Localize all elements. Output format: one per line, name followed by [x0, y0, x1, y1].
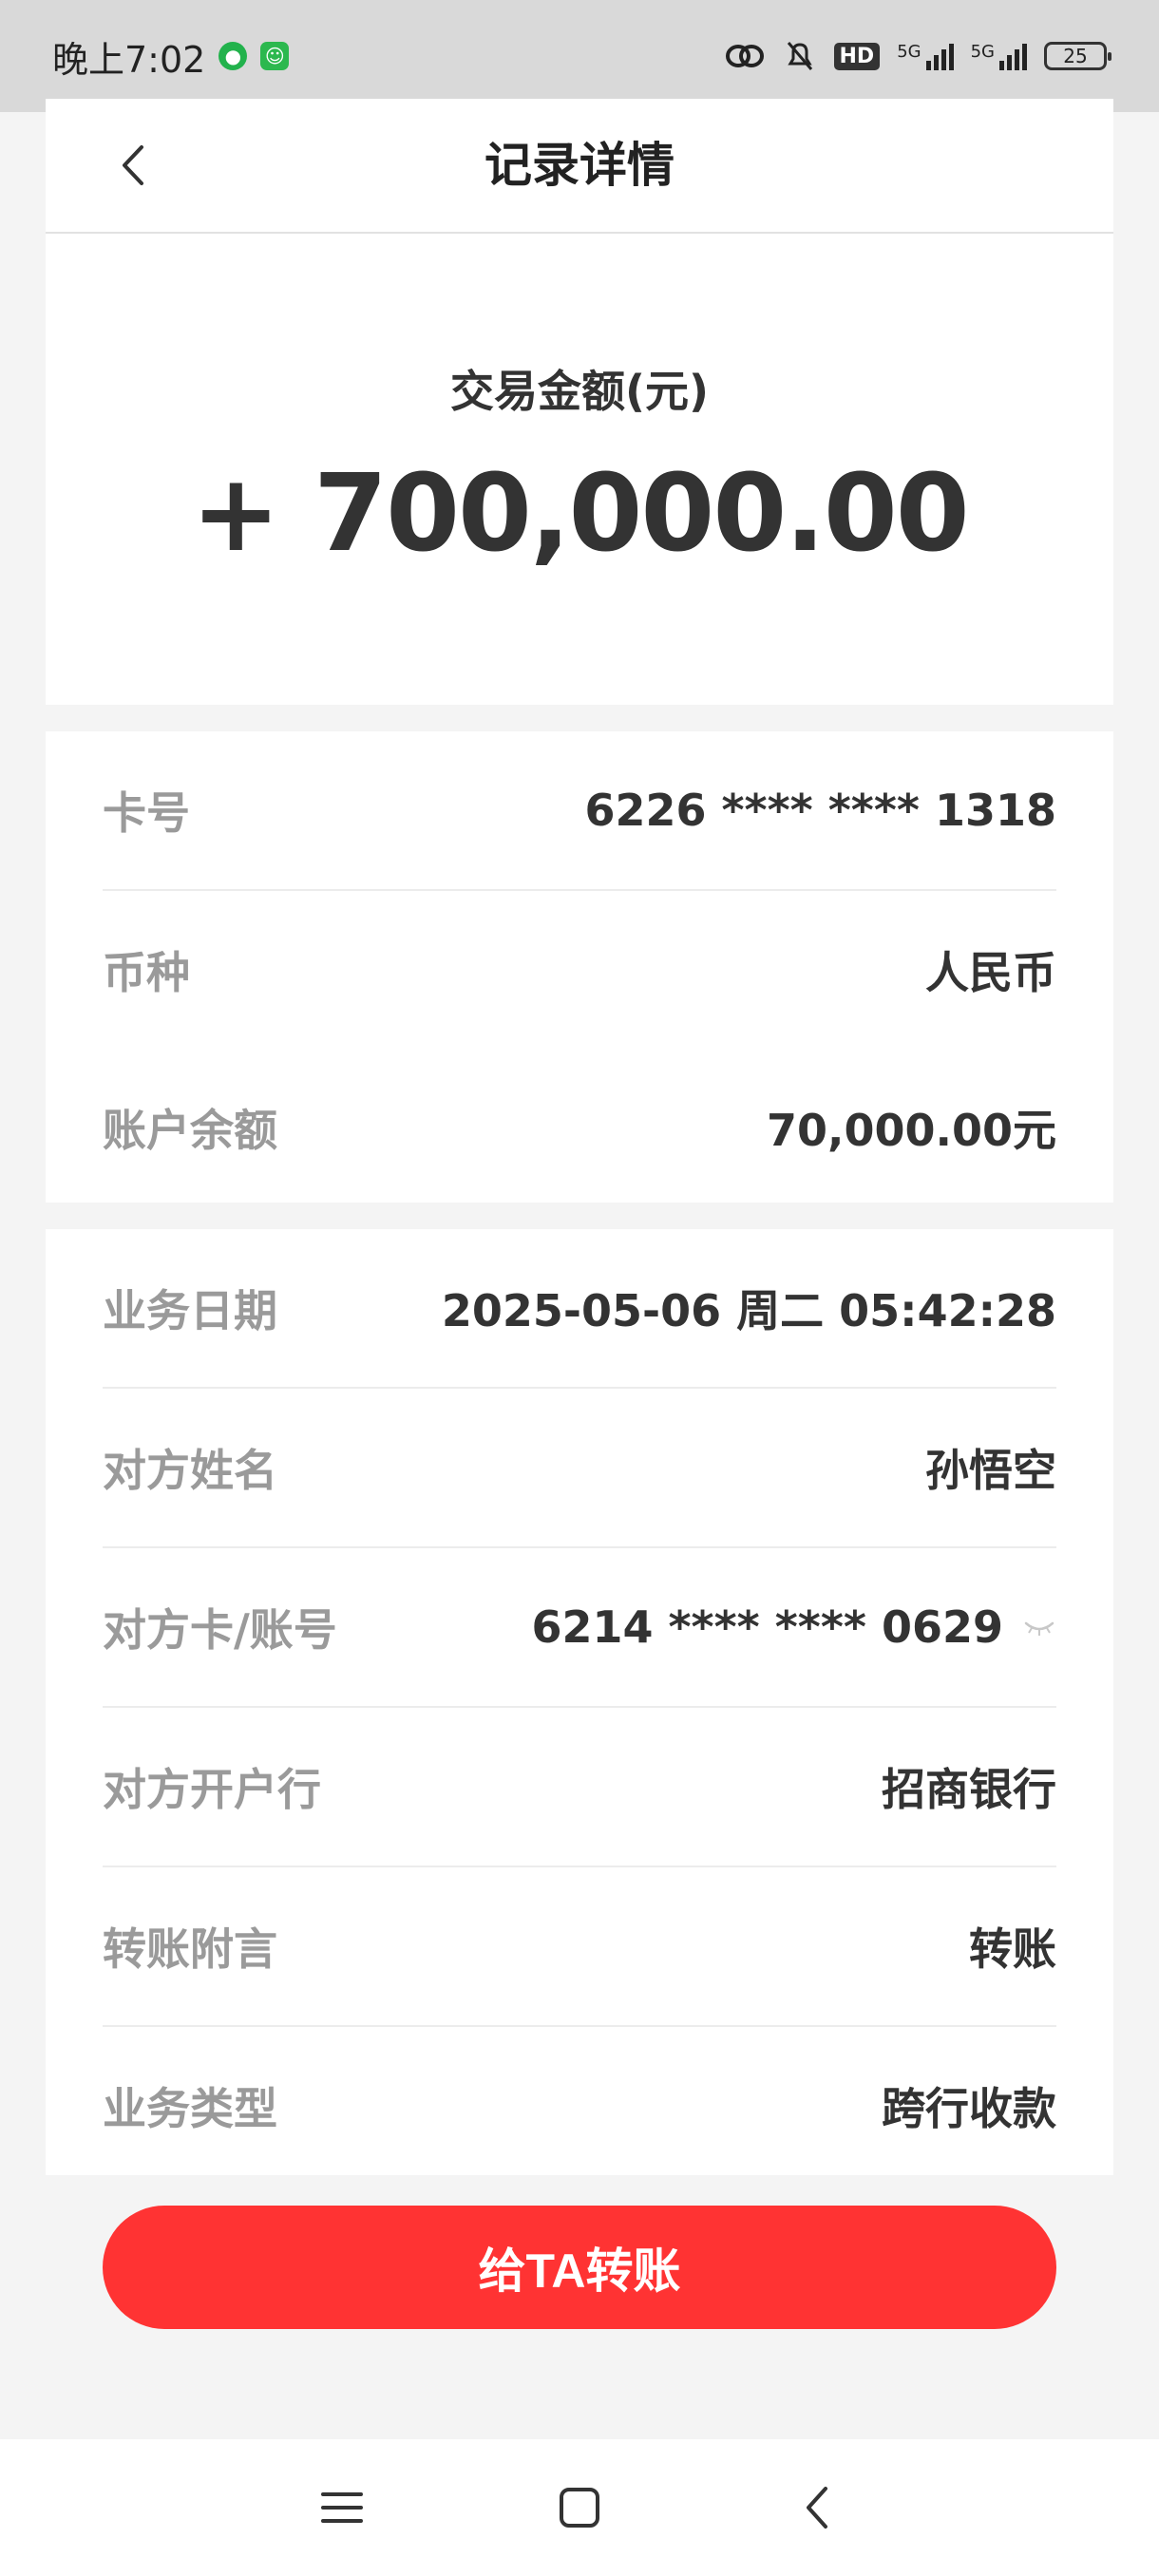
hd-badge: HD [833, 42, 881, 70]
back-icon [807, 2487, 827, 2529]
balance-row: 账户余额 70,000.00元 [103, 1049, 1056, 1206]
page-title: 记录详情 [484, 138, 674, 193]
counterparty-name-row: 对方姓名 孙悟空 [103, 1389, 1056, 1548]
counterparty-account-row: 对方卡/账号 6214 **** **** 0629 [103, 1548, 1056, 1708]
battery-level: 25 [1063, 45, 1088, 67]
transfer-note-value: 转账 [969, 1923, 1056, 1975]
counterparty-account-label: 对方卡/账号 [103, 1604, 337, 1656]
business-type-label: 业务类型 [103, 2083, 277, 2134]
menu-icon [321, 2492, 363, 2523]
signal-label: 5G [897, 42, 922, 62]
business-type-row: 业务类型 跨行收款 [103, 2027, 1056, 2185]
header: 记录详情 [46, 99, 1113, 234]
signal-label-2: 5G [970, 42, 995, 62]
chevron-left-icon [123, 145, 143, 185]
business-date-value: 2025-05-06 周二 05:42:28 [441, 1285, 1056, 1336]
transfer-note-row: 转账附言 转账 [103, 1867, 1056, 2027]
counterparty-name-value: 孙悟空 [925, 1445, 1056, 1496]
balance-value: 70,000.00元 [767, 1105, 1056, 1156]
signal-strength-icon-2: 5G [971, 42, 1027, 70]
counterparty-bank-row: 对方开户行 招商银行 [103, 1708, 1056, 1867]
status-bar: 晚上7:02 ● ☺ HD 5G 5G 25 [0, 0, 1159, 112]
currency-label: 币种 [103, 947, 190, 998]
currency-row: 币种 人民币 [103, 891, 1056, 1049]
status-left: 晚上7:02 ● ☺ [52, 30, 290, 83]
eye-closed-icon[interactable] [1022, 1616, 1056, 1638]
counterparty-bank-value: 招商银行 [882, 1764, 1056, 1815]
counterparty-name-label: 对方姓名 [103, 1445, 277, 1496]
business-date-label: 业务日期 [103, 1285, 277, 1336]
home-button[interactable] [551, 2479, 608, 2536]
amount-value: + 700,000.00 [191, 452, 969, 576]
back-button[interactable] [104, 135, 162, 196]
mute-bell-icon [787, 42, 812, 70]
card-number-value: 6226 **** **** 1318 [584, 785, 1056, 836]
card-number-row: 卡号 6226 **** **** 1318 [103, 731, 1056, 891]
system-back-button[interactable] [788, 2479, 846, 2536]
status-right: HD 5G 5G 25 [724, 39, 1112, 73]
counterparty-bank-label: 对方开户行 [103, 1764, 321, 1815]
counterparty-account-value: 6214 **** **** 0629 [531, 1601, 1003, 1653]
home-icon [560, 2488, 599, 2528]
amount-label: 交易金额(元) [449, 366, 710, 417]
card-number-label: 卡号 [103, 787, 190, 839]
business-date-row: 业务日期 2025-05-06 周二 05:42:28 [103, 1229, 1056, 1389]
transaction-info-card: 业务日期 2025-05-06 周二 05:42:28 对方姓名 孙悟空 对方卡… [46, 1229, 1113, 2175]
counterparty-account-wrap: 6214 **** **** 0629 [531, 1601, 1056, 1653]
transfer-note-label: 转账附言 [103, 1923, 277, 1975]
transfer-to-ta-button[interactable]: 给TA转账 [103, 2206, 1056, 2329]
app-icon: ☺ [260, 42, 290, 70]
link-icon [725, 45, 764, 67]
status-time: 晚上7:02 [52, 38, 206, 81]
navigation-bar [0, 2439, 1159, 2576]
account-info-card: 卡号 6226 **** **** 1318 币种 人民币 账户余额 70,00… [46, 731, 1113, 1203]
business-type-value: 跨行收款 [882, 2083, 1056, 2134]
balance-label: 账户余额 [103, 1105, 277, 1156]
currency-value: 人民币 [925, 947, 1056, 998]
battery-icon: 25 [1044, 42, 1112, 70]
menu-button[interactable] [314, 2479, 370, 2536]
signal-strength-icon: 5G [897, 42, 954, 70]
wechat-icon: ● [218, 42, 248, 70]
amount-card: 交易金额(元) + 700,000.00 [46, 234, 1113, 705]
